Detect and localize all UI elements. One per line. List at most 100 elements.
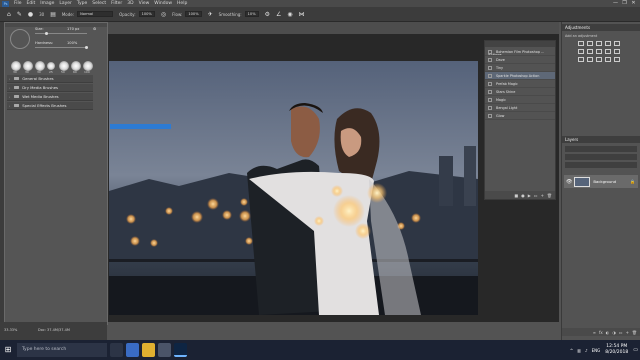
exposure-icon[interactable] bbox=[605, 41, 611, 46]
store-icon[interactable] bbox=[158, 343, 171, 357]
gear-icon[interactable]: ⚙ bbox=[93, 27, 96, 31]
menu-help[interactable]: Help bbox=[177, 0, 187, 7]
checkbox-icon[interactable] bbox=[488, 105, 492, 110]
size-slider-knob[interactable] bbox=[45, 32, 48, 35]
minimize-icon[interactable]: — bbox=[611, 0, 620, 7]
volume-icon[interactable]: ♪ bbox=[585, 348, 588, 353]
zoom-level[interactable]: 33.33% bbox=[4, 328, 17, 332]
selective-color-icon[interactable] bbox=[614, 57, 620, 62]
brightness-contrast-icon[interactable] bbox=[578, 41, 584, 46]
pressure-opacity-icon[interactable]: ◎ bbox=[161, 11, 166, 18]
size-value[interactable]: 170 px bbox=[67, 27, 79, 31]
file-explorer-icon[interactable] bbox=[142, 343, 155, 357]
airbrush-icon[interactable]: ✈ bbox=[208, 11, 213, 18]
new-action-icon[interactable]: + bbox=[541, 193, 544, 198]
brush-settings-icon[interactable]: ▤ bbox=[50, 11, 56, 18]
checkbox-icon[interactable] bbox=[488, 89, 492, 94]
mask-icon[interactable]: ◐ bbox=[606, 330, 610, 335]
clock[interactable]: 12:54 PM 8/20/2018 bbox=[605, 344, 628, 356]
brush-tool-icon[interactable]: ✎ bbox=[17, 11, 22, 18]
menu-window[interactable]: Window bbox=[154, 0, 172, 7]
action-row[interactable]: Prefab Magic bbox=[485, 80, 555, 88]
chevron-up-icon[interactable]: ^ bbox=[570, 348, 573, 353]
threshold-icon[interactable] bbox=[596, 57, 602, 62]
vibrance-icon[interactable] bbox=[614, 41, 620, 46]
edge-browser-icon[interactable] bbox=[126, 343, 139, 357]
menu-view[interactable]: View bbox=[139, 0, 150, 7]
checkbox-icon[interactable] bbox=[488, 73, 492, 78]
checkbox-icon[interactable] bbox=[488, 97, 492, 102]
gear-icon[interactable]: ⚙ bbox=[265, 11, 270, 18]
blend-mode-bar[interactable] bbox=[565, 154, 637, 160]
color-balance-icon[interactable] bbox=[587, 49, 593, 54]
folder-general-brushes[interactable]: › General Brushes bbox=[7, 75, 93, 83]
menu-image[interactable]: Image bbox=[40, 0, 54, 7]
windows-start-icon[interactable]: ⊞ bbox=[2, 343, 14, 357]
menu-3d[interactable]: 3D bbox=[127, 0, 133, 7]
curves-icon[interactable] bbox=[596, 41, 602, 46]
brush-preset-4[interactable] bbox=[47, 62, 55, 70]
document-info[interactable]: Doc: 37.4M/37.4M bbox=[38, 328, 70, 332]
gradient-map-icon[interactable] bbox=[605, 57, 611, 62]
checkbox-icon[interactable] bbox=[488, 81, 492, 86]
action-row[interactable]: Dave bbox=[485, 56, 555, 64]
new-set-icon[interactable]: ▭ bbox=[534, 193, 538, 198]
folder-dry-media-brushes[interactable]: › Dry Media Brushes bbox=[7, 84, 93, 92]
hue-saturation-icon[interactable] bbox=[578, 49, 584, 54]
new-layer-icon[interactable]: + bbox=[626, 330, 629, 335]
home-icon[interactable]: ⌂ bbox=[7, 11, 11, 18]
action-row[interactable]: Stars Shine bbox=[485, 88, 555, 96]
record-icon[interactable]: ● bbox=[521, 193, 525, 198]
mode-select[interactable]: Normal bbox=[77, 11, 114, 17]
action-row[interactable]: Magic bbox=[485, 96, 555, 104]
checkbox-icon[interactable] bbox=[488, 57, 492, 62]
levels-icon[interactable] bbox=[587, 41, 593, 46]
action-row[interactable]: Tiny bbox=[485, 64, 555, 72]
folder-special-effects-brushes[interactable]: › Special Effects Brushes bbox=[7, 102, 93, 110]
hardness-slider-knob[interactable] bbox=[85, 46, 88, 49]
action-row[interactable]: Glow bbox=[485, 112, 555, 120]
opacity-field[interactable]: 100% bbox=[138, 11, 155, 17]
posterize-icon[interactable] bbox=[587, 57, 593, 62]
play-icon[interactable]: ▶ bbox=[528, 193, 531, 198]
task-view-icon[interactable] bbox=[110, 343, 123, 357]
menu-type[interactable]: Type bbox=[77, 0, 87, 7]
folder-wet-media-brushes[interactable]: › Wet Media Brushes bbox=[7, 93, 93, 101]
brush-angle-preview-icon[interactable] bbox=[10, 29, 30, 49]
eye-icon[interactable]: 👁 bbox=[566, 179, 572, 185]
brush-preset-picker-icon[interactable]: ● bbox=[28, 11, 33, 18]
hardness-value[interactable]: 100% bbox=[67, 41, 77, 45]
menu-layer[interactable]: Layer bbox=[59, 0, 72, 7]
adjustments-tab[interactable]: Adjustments bbox=[562, 24, 640, 31]
layer-filter-bar[interactable] bbox=[565, 146, 637, 152]
layer-row-background[interactable]: 👁 Background 🔒 bbox=[564, 175, 638, 188]
adjustment-layer-icon[interactable]: ◑ bbox=[612, 330, 616, 335]
smoothing-field[interactable]: 10% bbox=[244, 11, 259, 17]
photo-filter-icon[interactable] bbox=[605, 49, 611, 54]
network-icon[interactable]: ▥ bbox=[577, 348, 581, 353]
notifications-icon[interactable]: ▭ bbox=[633, 347, 638, 353]
action-row[interactable]: Bengal Light bbox=[485, 104, 555, 112]
stop-icon[interactable]: ■ bbox=[514, 193, 518, 198]
invert-icon[interactable] bbox=[578, 57, 584, 62]
symmetry-icon[interactable]: ⋈ bbox=[299, 11, 305, 18]
maximize-icon[interactable]: ❐ bbox=[620, 0, 629, 7]
group-icon[interactable]: ▭ bbox=[619, 330, 623, 335]
trash-icon[interactable]: 🗑 bbox=[547, 193, 552, 198]
layers-tab[interactable]: Layers bbox=[562, 136, 640, 143]
taskbar-search-input[interactable]: Type here to search bbox=[17, 343, 107, 357]
photoshop-taskbar-icon[interactable] bbox=[174, 343, 187, 357]
menu-edit[interactable]: Edit bbox=[27, 0, 36, 7]
pressure-size-icon[interactable]: ◉ bbox=[287, 11, 292, 18]
close-icon[interactable]: ✕ bbox=[629, 0, 638, 7]
menu-file[interactable]: File bbox=[14, 0, 22, 7]
checkbox-icon[interactable] bbox=[488, 113, 492, 118]
menu-select[interactable]: Select bbox=[92, 0, 106, 7]
menu-filter[interactable]: Filter bbox=[111, 0, 122, 7]
checkbox-icon[interactable] bbox=[488, 49, 492, 54]
size-slider[interactable] bbox=[35, 33, 87, 34]
channel-mixer-icon[interactable] bbox=[614, 49, 620, 54]
black-white-icon[interactable] bbox=[596, 49, 602, 54]
actions-tab[interactable]: Actions bbox=[485, 41, 555, 57]
flow-field[interactable]: 100% bbox=[185, 11, 202, 17]
